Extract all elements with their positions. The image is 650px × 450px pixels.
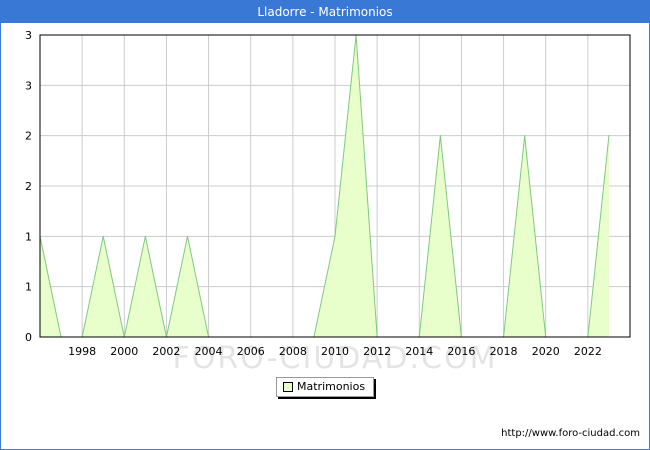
y-tick-label: 2	[25, 130, 32, 143]
x-tick-label: 2004	[195, 345, 223, 358]
data-point	[102, 235, 104, 237]
data-point	[524, 135, 526, 137]
source-link[interactable]: http://www.foro-ciudad.com	[501, 428, 640, 439]
x-axis-ticks: 1998 2000 2002 2004 2006 2008 2010 2012 2014 2016…	[68, 345, 602, 358]
legend-swatch	[283, 382, 293, 392]
y-axis-ticks: 0 1 1 2 2 3 3	[25, 29, 32, 344]
x-tick-label: 2010	[321, 345, 349, 358]
x-tick-label: 1998	[68, 345, 96, 358]
y-tick-label: 2	[25, 180, 32, 193]
x-tick-label: 2016	[447, 345, 475, 358]
data-point	[334, 235, 336, 237]
y-tick-label: 3	[25, 79, 32, 92]
x-tick-label: 2022	[574, 345, 602, 358]
x-tick-label: 2008	[279, 345, 307, 358]
legend-label: Matrimonios	[297, 380, 366, 393]
x-tick-label: 2002	[152, 345, 180, 358]
x-tick-label: 2020	[532, 345, 560, 358]
y-tick-label: 1	[25, 230, 32, 243]
x-tick-label: 2000	[110, 345, 138, 358]
x-tick-label: 2018	[490, 345, 518, 358]
data-point	[144, 235, 146, 237]
x-tick-label: 2006	[237, 345, 265, 358]
y-tick-label: 3	[25, 29, 32, 42]
data-point	[186, 235, 189, 237]
y-tick-label: 0	[25, 331, 32, 344]
data-point	[439, 135, 441, 137]
y-tick-label: 1	[25, 281, 32, 294]
x-tick-label: 2014	[405, 345, 433, 358]
x-tick-label: 2012	[363, 345, 391, 358]
data-point	[608, 135, 610, 137]
legend: Matrimonios	[276, 377, 374, 397]
